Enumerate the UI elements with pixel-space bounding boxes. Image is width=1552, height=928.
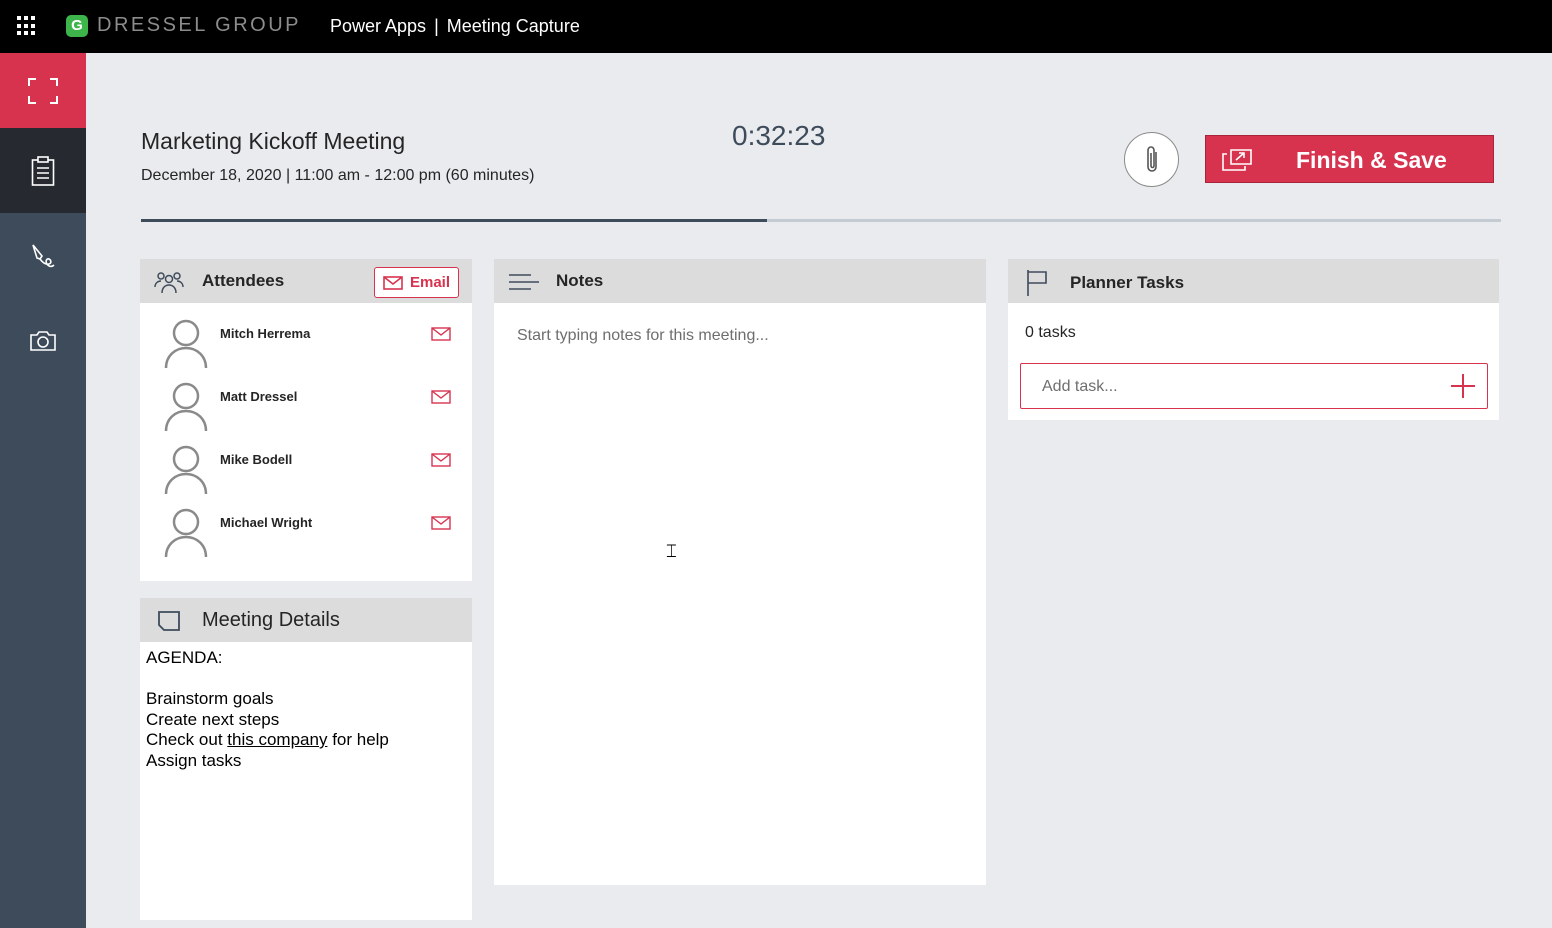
mail-icon[interactable] xyxy=(431,453,451,467)
planner-tasks-title: Planner Tasks xyxy=(1070,273,1185,292)
agenda-item: Check out this company for help xyxy=(146,730,389,751)
screen-name: Meeting Capture xyxy=(446,16,580,36)
notes-placeholder: Start typing notes for this meeting... xyxy=(517,327,769,344)
rail-notes-button[interactable] xyxy=(0,128,86,213)
app-launcher-icon[interactable] xyxy=(17,16,37,36)
mail-icon xyxy=(383,276,403,290)
attendee-row: Michael Wright xyxy=(140,507,472,570)
add-task-input[interactable]: Add task... xyxy=(1020,363,1488,409)
agenda-item: Create next steps xyxy=(146,709,280,729)
brand-logo: G xyxy=(66,15,88,37)
attendees-title: Attendees xyxy=(202,271,285,290)
attendee-row: Mitch Herrema xyxy=(140,318,472,381)
text-cursor-icon: ⌶ xyxy=(666,541,677,561)
agenda-item: Brainstorm goals xyxy=(146,689,274,708)
task-count: 0 tasks xyxy=(1025,324,1076,341)
paperclip-icon xyxy=(1146,145,1157,172)
agenda-item: Assign tasks xyxy=(146,750,242,770)
meeting-timer: 0:32:23 xyxy=(732,120,826,151)
attendee-name: Michael Wright xyxy=(220,515,313,530)
meeting-details-panel: Meeting Details AGENDA: Brainstorm goals… xyxy=(140,598,472,920)
attendee-name: Mike Bodell xyxy=(220,452,293,467)
attendees-panel: Attendees Email Mitch Herrema Matt Dress… xyxy=(140,259,472,581)
brand-name: DRESSEL GROUP xyxy=(97,14,302,36)
finish-save-label: Finish & Save xyxy=(1296,147,1447,173)
mail-icon[interactable] xyxy=(431,390,451,404)
notes-icon xyxy=(31,155,55,186)
add-task-placeholder: Add task... xyxy=(1042,378,1118,395)
plus-icon[interactable] xyxy=(1450,373,1476,399)
meeting-title: Marketing Kickoff Meeting xyxy=(141,128,406,154)
meeting-progress-bar xyxy=(141,219,1501,222)
app-name: Power Apps xyxy=(330,16,427,36)
flag-icon xyxy=(1027,270,1047,296)
meeting-datetime: December 18, 2020 | 11:00 am - 12:00 pm … xyxy=(141,167,535,184)
left-rail xyxy=(0,53,86,928)
finish-save-button[interactable]: Finish & Save xyxy=(1205,135,1494,183)
person-avatar-icon xyxy=(164,508,208,557)
camera-icon xyxy=(30,330,56,351)
person-avatar-icon xyxy=(164,319,208,368)
save-share-icon xyxy=(1222,149,1252,171)
attendees-header: Attendees Email xyxy=(140,259,472,303)
notes-header: Notes xyxy=(494,259,986,303)
company-link[interactable]: this company xyxy=(227,730,327,749)
top-bar: G DRESSEL GROUP Power Apps | Meeting Captu… xyxy=(0,0,1552,53)
title-separator: | xyxy=(434,16,439,36)
attendee-name: Matt Dressel xyxy=(220,389,298,404)
mail-icon[interactable] xyxy=(431,327,451,341)
person-avatar-icon xyxy=(164,445,208,494)
planner-tasks-header: Planner Tasks xyxy=(1008,259,1499,303)
pen-icon xyxy=(32,243,55,267)
app-title: Power Apps | Meeting Capture xyxy=(330,16,580,37)
attendee-row: Matt Dressel xyxy=(140,381,472,444)
people-icon xyxy=(154,272,184,294)
attendee-row: Mike Bodell xyxy=(140,444,472,507)
rail-ink-button[interactable] xyxy=(0,213,86,298)
mail-icon[interactable] xyxy=(431,516,451,530)
agenda-text: Check out xyxy=(146,730,223,749)
document-icon xyxy=(158,611,180,631)
planner-tasks-panel: Planner Tasks 0 tasks Add task... xyxy=(1008,259,1499,420)
rail-camera-button[interactable] xyxy=(0,298,86,383)
agenda-label: AGENDA: xyxy=(146,648,223,667)
rail-expand-button[interactable] xyxy=(0,53,86,128)
email-button-label: Email xyxy=(410,274,451,291)
person-avatar-icon xyxy=(164,382,208,431)
notes-title: Notes xyxy=(556,271,604,290)
attendee-name: Mitch Herrema xyxy=(220,326,311,341)
attach-button[interactable] xyxy=(1124,132,1179,187)
meeting-details-body: AGENDA: Brainstorm goals Create next ste… xyxy=(146,648,389,771)
meeting-details-title: Meeting Details xyxy=(202,609,340,631)
notes-panel: Notes Start typing notes for this meetin… xyxy=(494,259,986,885)
email-all-button[interactable]: Email xyxy=(374,267,459,298)
meeting-details-header: Meeting Details xyxy=(140,598,472,642)
meeting-progress-fill xyxy=(141,219,767,222)
text-lines-icon xyxy=(509,274,539,290)
expand-icon xyxy=(28,77,58,104)
notes-input[interactable] xyxy=(494,303,986,885)
agenda-text: for help xyxy=(332,730,389,749)
